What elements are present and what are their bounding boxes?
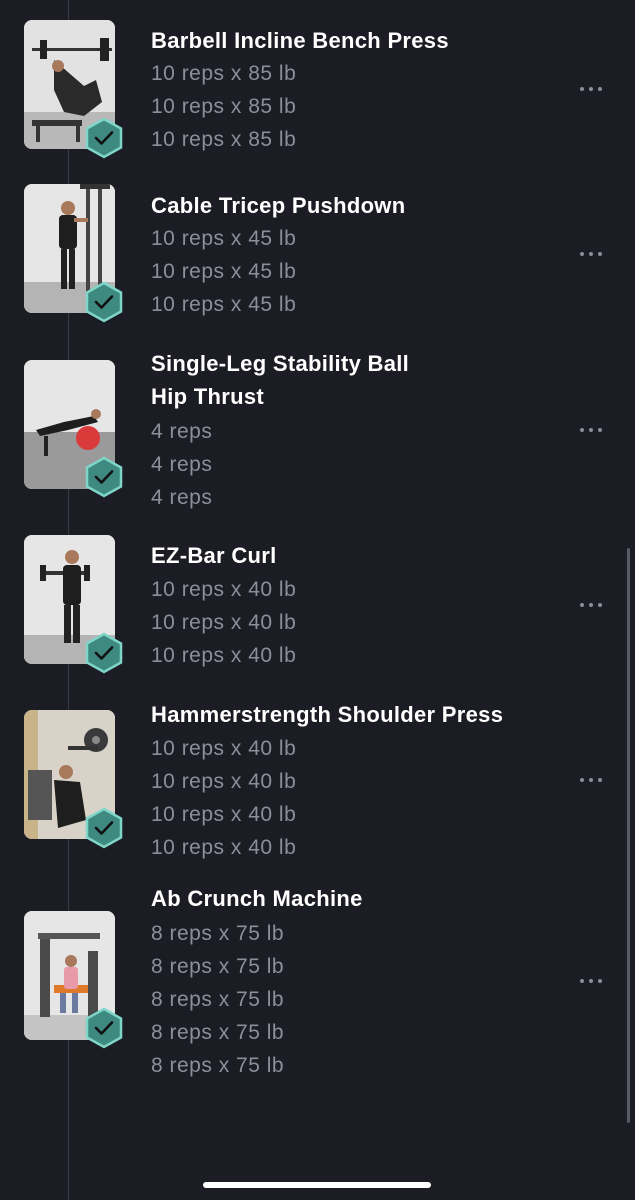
more-options-button[interactable] bbox=[572, 79, 610, 99]
set-line: 10 reps x 40 lb bbox=[151, 578, 297, 601]
more-options-button[interactable] bbox=[572, 420, 610, 440]
set-line: 10 reps x 85 lb bbox=[151, 95, 297, 118]
more-dot bbox=[598, 428, 602, 432]
set-line: 10 reps x 40 lb bbox=[151, 644, 297, 667]
more-dot bbox=[589, 428, 593, 432]
set-list: 4 reps 4 reps 4 reps bbox=[151, 415, 212, 514]
completed-check-icon bbox=[83, 456, 125, 498]
set-list: 10 reps x 40 lb 10 reps x 40 lb 10 reps … bbox=[151, 732, 296, 864]
set-line: 4 reps bbox=[151, 453, 213, 476]
completed-check-icon bbox=[83, 807, 125, 849]
more-dot bbox=[589, 979, 593, 983]
exercise-name: Hammerstrength Shoulder Press bbox=[151, 702, 504, 727]
set-line: 10 reps x 45 lb bbox=[151, 260, 297, 283]
more-options-button[interactable] bbox=[572, 971, 610, 991]
set-line: 4 reps bbox=[151, 420, 213, 443]
more-dot bbox=[580, 603, 584, 607]
set-line: 10 reps x 40 lb bbox=[151, 803, 297, 826]
scrollbar[interactable] bbox=[627, 548, 630, 1123]
more-dot bbox=[589, 603, 593, 607]
set-line: 10 reps x 40 lb bbox=[151, 737, 297, 760]
exercise-name: Ab Crunch Machine bbox=[151, 886, 363, 911]
set-line: 10 reps x 85 lb bbox=[151, 128, 297, 151]
more-dot bbox=[589, 252, 593, 256]
more-dot bbox=[589, 87, 593, 91]
set-line: 10 reps x 40 lb bbox=[151, 611, 297, 634]
exercise-name: Single-Leg Stability Ball bbox=[151, 351, 410, 376]
set-line: 8 reps x 75 lb bbox=[151, 1021, 285, 1044]
more-options-button[interactable] bbox=[572, 244, 610, 264]
set-line: 10 reps x 85 lb bbox=[151, 62, 297, 85]
set-line: 10 reps x 45 lb bbox=[151, 293, 297, 316]
set-list: 10 reps x 40 lb 10 reps x 40 lb 10 reps … bbox=[151, 573, 296, 672]
more-dot bbox=[598, 87, 602, 91]
set-line: 10 reps x 40 lb bbox=[151, 836, 297, 859]
more-dot bbox=[598, 778, 602, 782]
home-indicator[interactable] bbox=[203, 1182, 431, 1188]
completed-check-icon bbox=[83, 117, 125, 159]
completed-check-icon bbox=[83, 1007, 125, 1049]
more-dot bbox=[580, 979, 584, 983]
more-dot bbox=[580, 778, 584, 782]
more-dot bbox=[580, 87, 584, 91]
set-list: 10 reps x 85 lb 10 reps x 85 lb 10 reps … bbox=[151, 57, 296, 156]
set-list: 8 reps x 75 lb 8 reps x 75 lb 8 reps x 7… bbox=[151, 917, 284, 1082]
exercise-name: EZ-Bar Curl bbox=[151, 543, 277, 568]
exercise-name: Cable Tricep Pushdown bbox=[151, 193, 406, 218]
set-line: 8 reps x 75 lb bbox=[151, 922, 285, 945]
more-dot bbox=[598, 979, 602, 983]
set-line: 4 reps bbox=[151, 486, 213, 509]
set-line: 10 reps x 40 lb bbox=[151, 770, 297, 793]
set-line: 8 reps x 75 lb bbox=[151, 988, 285, 1011]
more-dot bbox=[580, 428, 584, 432]
set-list: 10 reps x 45 lb 10 reps x 45 lb 10 reps … bbox=[151, 222, 296, 321]
completed-check-icon bbox=[83, 632, 125, 674]
completed-check-icon bbox=[83, 281, 125, 323]
more-dot bbox=[598, 603, 602, 607]
more-dot bbox=[580, 252, 584, 256]
more-options-button[interactable] bbox=[572, 770, 610, 790]
exercise-name: Hip Thrust bbox=[151, 384, 264, 409]
set-line: 8 reps x 75 lb bbox=[151, 955, 285, 978]
set-line: 8 reps x 75 lb bbox=[151, 1054, 285, 1077]
more-dot bbox=[589, 778, 593, 782]
set-line: 10 reps x 45 lb bbox=[151, 227, 297, 250]
more-dot bbox=[598, 252, 602, 256]
exercise-name: Barbell Incline Bench Press bbox=[151, 28, 449, 53]
more-options-button[interactable] bbox=[572, 595, 610, 615]
